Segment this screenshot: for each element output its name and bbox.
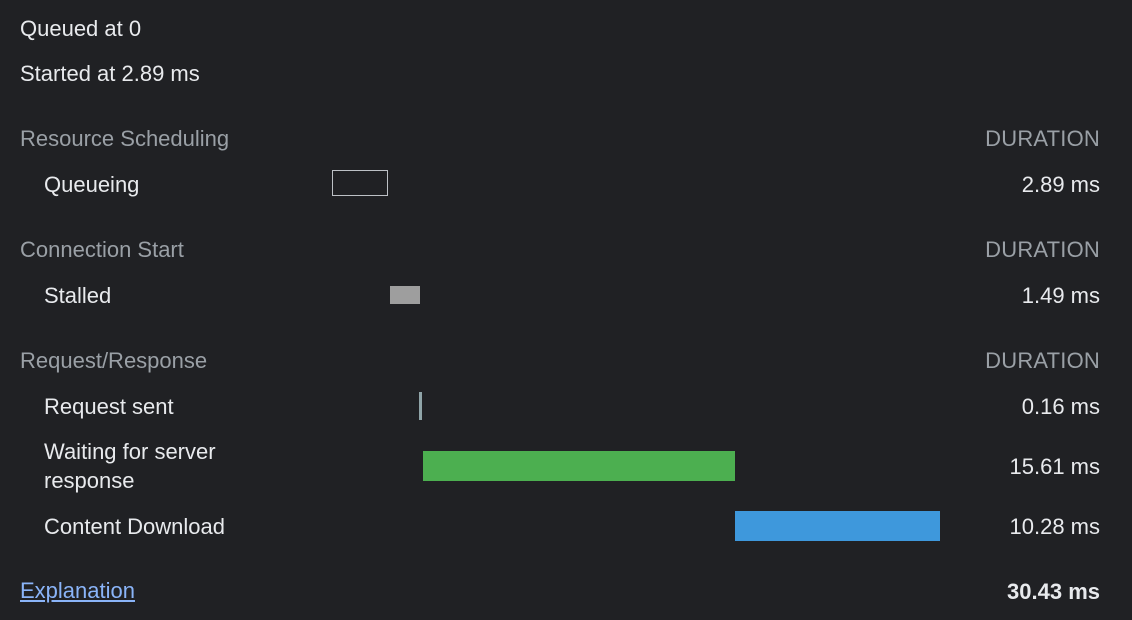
timing-bar-stalled <box>390 286 420 304</box>
total-duration: 30.43 ms <box>1007 579 1100 604</box>
timing-label-queueing: Queueing <box>44 172 140 197</box>
queued-at-text: Queued at 0 <box>20 16 142 41</box>
explanation-link[interactable]: Explanation <box>20 578 135 604</box>
section-title-connection-start: Connection Start <box>20 237 184 262</box>
timing-value-waiting: 15.61 ms <box>1009 454 1101 479</box>
timing-label-waiting-line2: response <box>44 468 135 493</box>
duration-header: DURATION <box>985 348 1100 373</box>
timing-bar-waiting <box>423 451 735 481</box>
started-at-text: Started at 2.89 ms <box>20 61 200 86</box>
timing-label-content-download: Content Download <box>44 514 226 539</box>
section-title-request-response: Request/Response <box>20 348 208 373</box>
duration-header: DURATION <box>985 126 1100 151</box>
timing-label-waiting-line1: Waiting for server <box>44 439 216 464</box>
timing-value-queueing: 2.89 ms <box>1021 172 1100 197</box>
timing-bar-queueing <box>332 170 388 196</box>
timing-label-stalled: Stalled <box>44 283 112 308</box>
timing-bar-request-sent <box>419 392 422 420</box>
timing-value-content-download: 10.28 ms <box>1009 514 1101 539</box>
timing-label-request-sent: Request sent <box>44 394 174 419</box>
timing-value-stalled: 1.49 ms <box>1021 283 1100 308</box>
section-title-resource-scheduling: Resource Scheduling <box>20 126 230 151</box>
timing-bar-content-download <box>735 511 940 541</box>
duration-header: DURATION <box>985 237 1100 262</box>
timing-label-waiting: Waiting for server response <box>44 437 216 495</box>
timing-value-request-sent: 0.16 ms <box>1021 394 1100 419</box>
